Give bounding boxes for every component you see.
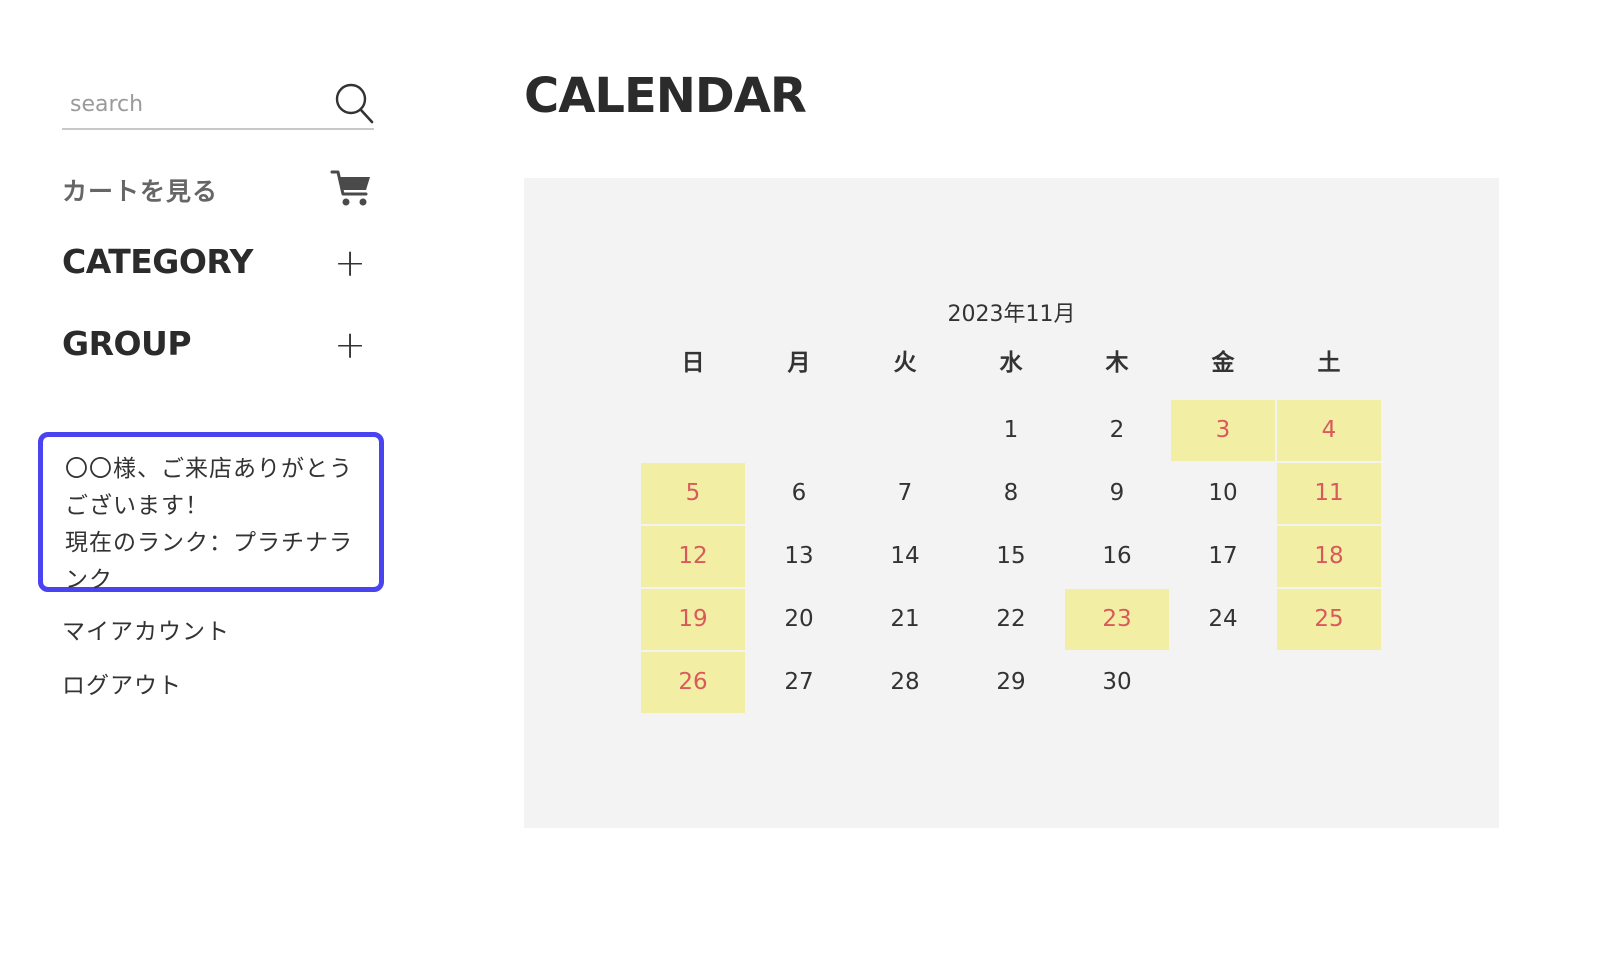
plus-icon[interactable]: + xyxy=(334,244,366,282)
calendar-day[interactable]: 8 xyxy=(959,463,1063,524)
calendar-day[interactable]: 17 xyxy=(1171,526,1275,587)
weekday-header: 金 xyxy=(1211,350,1235,376)
search-bar xyxy=(62,78,374,130)
category-accordion[interactable]: CATEGORY + xyxy=(62,242,374,286)
category-heading: CATEGORY xyxy=(62,242,253,281)
weekday-header: 日 xyxy=(681,350,705,376)
weekday-header: 土 xyxy=(1317,350,1341,376)
calendar-day[interactable]: 21 xyxy=(853,589,957,650)
calendar-day[interactable]: 26 xyxy=(641,652,745,713)
search-icon[interactable] xyxy=(334,82,374,124)
logout-link[interactable]: ログアウト xyxy=(62,666,182,700)
calendar-day[interactable]: 22 xyxy=(959,589,1063,650)
calendar-day[interactable]: 6 xyxy=(747,463,851,524)
calendar-day[interactable]: 28 xyxy=(853,652,957,713)
calendar-day[interactable]: 14 xyxy=(853,526,957,587)
weekday-header: 月 xyxy=(787,350,811,376)
calendar-day[interactable]: 9 xyxy=(1065,463,1169,524)
calendar-day[interactable]: 12 xyxy=(641,526,745,587)
cart-icon xyxy=(330,170,370,206)
calendar-panel: 2023年11月 日月火水木金土 1 2 3 4 5 6 7 8 9 10 11 12 13 14 15 16 1… xyxy=(524,178,1499,828)
rank-text: 現在のランク：プラチナラ xyxy=(65,530,353,556)
calendar-day[interactable]: 15 xyxy=(959,526,1063,587)
calendar-day[interactable]: 4 xyxy=(1277,400,1381,461)
group-accordion[interactable]: GROUP + xyxy=(62,324,374,368)
calendar-day[interactable]: 16 xyxy=(1065,526,1169,587)
cart-label: カートを見る xyxy=(62,177,219,206)
weekday-header: 木 xyxy=(1105,350,1129,376)
calendar-day[interactable]: 5 xyxy=(641,463,745,524)
search-input[interactable] xyxy=(70,88,320,120)
welcome-text: ございます！ xyxy=(65,493,209,519)
calendar-day[interactable]: 29 xyxy=(959,652,1063,713)
view-cart-link[interactable]: カートを見る xyxy=(62,168,374,208)
calendar-day[interactable]: 2 xyxy=(1065,400,1169,461)
rank-text: ンク xyxy=(65,567,113,593)
my-account-link[interactable]: マイアカウント xyxy=(62,612,230,646)
calendar-day[interactable]: 13 xyxy=(747,526,851,587)
calendar-day[interactable]: 27 xyxy=(747,652,851,713)
calendar-day[interactable]: 30 xyxy=(1065,652,1169,713)
weekday-header: 火 xyxy=(893,350,917,376)
calendar-day[interactable]: 18 xyxy=(1277,526,1381,587)
calendar-day[interactable]: 11 xyxy=(1277,463,1381,524)
calendar-day[interactable]: 20 xyxy=(747,589,851,650)
calendar-day[interactable]: 23 xyxy=(1065,589,1169,650)
calendar-day[interactable]: 7 xyxy=(853,463,957,524)
calendar-day[interactable]: 25 xyxy=(1277,589,1381,650)
calendar-day[interactable]: 1 xyxy=(959,400,1063,461)
calendar-day[interactable]: 24 xyxy=(1171,589,1275,650)
calendar-day[interactable]: 10 xyxy=(1171,463,1275,524)
plus-icon[interactable]: + xyxy=(334,326,366,364)
welcome-text: 〇〇様、ご来店ありがとう xyxy=(65,456,353,482)
calendar-day[interactable]: 19 xyxy=(641,589,745,650)
calendar-day[interactable]: 3 xyxy=(1171,400,1275,461)
weekday-header: 水 xyxy=(999,350,1023,376)
group-heading: GROUP xyxy=(62,324,192,363)
welcome-message-box: 〇〇様、ご来店ありがとう ございます！ 現在のランク：プラチナラ ンク xyxy=(38,432,384,593)
page-title: CALENDAR xyxy=(524,68,807,124)
calendar-month-caption: 2023年11月 xyxy=(947,302,1076,327)
